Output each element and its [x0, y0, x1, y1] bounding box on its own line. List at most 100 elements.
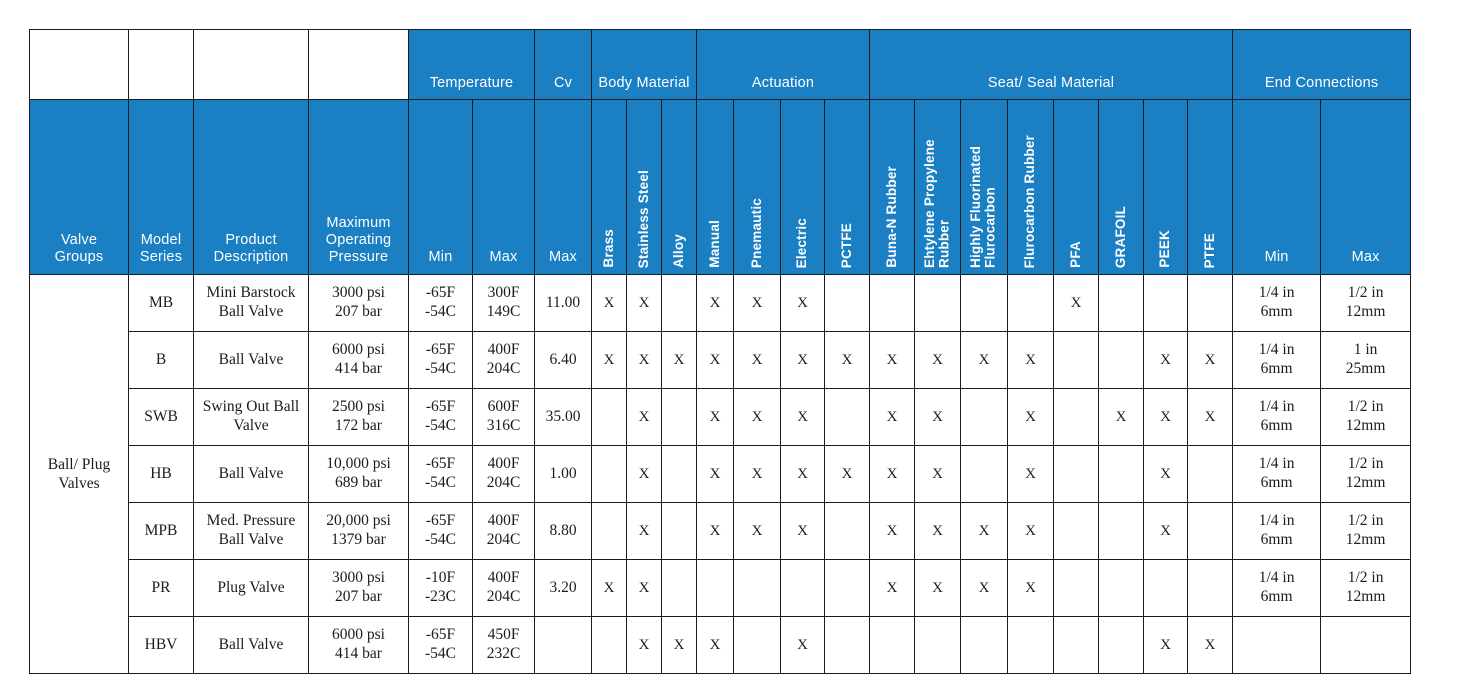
cell-end-connection-max-text: 1/2 in 12mm — [1321, 512, 1410, 550]
header-end-connections-max: Max — [1320, 99, 1412, 275]
cell-end-connection-min — [1232, 616, 1322, 674]
cell-temperature-min-text: -65F -54C — [409, 341, 472, 379]
spec-sheet-canvas: Temperature Cv Body Material Actuation S… — [0, 0, 1483, 692]
cell-product-description-text-line1: Ball Valve — [218, 635, 284, 653]
cell-mark-manual — [696, 559, 735, 617]
header-group-row: Temperature Cv Body Material Actuation S… — [29, 29, 1412, 100]
header-pfa: PFA — [1053, 99, 1100, 275]
cell-mark-pfa — [1053, 445, 1100, 503]
cell-temperature-max-text-line2: 204C — [486, 588, 521, 605]
header-peek-label: PEEK — [1157, 230, 1173, 268]
table-row: HBV Ball Valve 6000 psi 414 bar -65F -54C 450F… — [30, 616, 1412, 674]
header-manual-label: Manual — [706, 220, 722, 268]
header-electric-label: Electric — [794, 217, 810, 268]
header-spacer-valve-groups — [29, 29, 129, 100]
cell-end-connection-min-text-line1: 1/4 in — [1258, 512, 1295, 530]
cell-temperature-max-text-line2: 204C — [486, 531, 521, 548]
cell-mark-brass — [591, 445, 628, 503]
cell-mark-manual: X — [696, 502, 735, 560]
cell-temperature-max-text-line1: 300F — [487, 284, 520, 302]
cell-end-connection-max: 1/2 in 12mm — [1320, 388, 1412, 446]
header-max-operating-pressure: Maximum Operating Pressure — [308, 99, 409, 275]
cell-end-connection-min-text: 1/4 in 6mm — [1233, 455, 1320, 493]
header-flurocarbon-rubber-label: Flurocarbon Rubber — [1022, 134, 1038, 268]
cell-mark-buna-n-rubber: X — [869, 502, 916, 560]
cell-temperature-max-text-line1: 600F — [487, 398, 520, 416]
cell-mark-grafoil: X — [1098, 388, 1145, 446]
cell-end-connection-min-text-line1: 1/4 in — [1258, 284, 1295, 302]
cell-temperature-max: 400F 204C — [471, 502, 536, 560]
cell-mark-highly-fluorinated-flurocarbon — [960, 388, 1009, 446]
cell-temperature-min-text-line2: -54C — [425, 531, 456, 548]
cell-mark-ptfe — [1187, 445, 1234, 503]
cell-end-connection-min-text: 1/4 in 6mm — [1233, 284, 1320, 322]
cell-end-connection-min-text: 1/4 in 6mm — [1233, 569, 1320, 607]
cell-max-operating-pressure-text-line1: 20,000 psi — [326, 512, 391, 530]
header-electric: Electric — [780, 99, 826, 275]
cell-cv-max: 8.80 — [534, 502, 593, 560]
cell-mark-brass — [591, 502, 628, 560]
cell-end-connection-min: 1/4 in 6mm — [1232, 559, 1322, 617]
cell-cv-max — [534, 616, 593, 674]
cell-temperature-max-text: 300F 149C — [473, 284, 534, 322]
cell-temperature-min-text-line2: -23C — [425, 588, 456, 605]
cell-end-connection-max-text-line2: 12mm — [1345, 303, 1386, 320]
cell-model-series: MPB — [128, 502, 194, 560]
cell-max-operating-pressure-text-line2: 207 bar — [335, 303, 382, 320]
header-max-operating-pressure-line3: Pressure — [328, 248, 389, 265]
cell-temperature-max-text-line1: 400F — [487, 569, 520, 587]
cell-mark-buna-n-rubber: X — [869, 559, 916, 617]
cell-mark-pctfe: X — [824, 445, 871, 503]
cell-end-connection-max-text-line1: 1 in — [1353, 341, 1378, 359]
cell-mark-brass: X — [591, 559, 628, 617]
cell-product-description: Mini Barstock Ball Valve — [193, 274, 309, 332]
cell-mark-electric: X — [780, 502, 826, 560]
cell-temperature-min-text-line1: -65F — [425, 512, 456, 530]
cell-mark-electric: X — [780, 445, 826, 503]
header-sub-row: Valve Groups Model Series Product Descri… — [29, 99, 1412, 275]
valve-group-cell: Ball/ Plug Valves — [29, 274, 129, 674]
cell-temperature-min-text-line1: -65F — [425, 398, 456, 416]
cell-mark-brass: X — [591, 274, 628, 332]
cell-mark-electric: X — [780, 331, 826, 389]
cell-mark-pfa: X — [1053, 274, 1100, 332]
header-group-actuation: Actuation — [696, 29, 871, 100]
header-alloy: Alloy — [661, 99, 698, 275]
cell-end-connection-min-text-line1: 1/4 in — [1258, 569, 1295, 587]
cell-mark-ethylene-propylene-rubber: X — [914, 502, 962, 560]
cell-product-description: Ball Valve — [193, 331, 309, 389]
header-grafoil: GRAFOIL — [1098, 99, 1145, 275]
table-row: MPB Med. Pressure Ball Valve 20,000 psi 1379… — [30, 502, 1412, 560]
header-pfa-label: PFA — [1067, 241, 1083, 268]
header-product-description-line1: Product — [225, 231, 277, 248]
cell-temperature-min-text: -65F -54C — [409, 398, 472, 436]
cell-product-description: Med. Pressure Ball Valve — [193, 502, 309, 560]
cell-mark-grafoil — [1098, 274, 1145, 332]
cell-mark-pctfe: X — [824, 331, 871, 389]
cell-mark-flurocarbon-rubber: X — [1007, 502, 1055, 560]
cell-end-connection-max: 1/2 in 12mm — [1320, 445, 1412, 503]
cell-product-description-text-line1: Mini Barstock — [206, 284, 296, 302]
cell-temperature-max: 600F 316C — [471, 388, 536, 446]
header-temperature-max: Max — [471, 99, 536, 275]
cell-mark-alloy — [661, 274, 698, 332]
cell-temperature-max-text-line2: 232C — [486, 645, 521, 662]
cell-end-connection-min-text: 1/4 in 6mm — [1233, 398, 1320, 436]
cell-cv-max: 3.20 — [534, 559, 593, 617]
cell-max-operating-pressure-text-line2: 1379 bar — [331, 531, 386, 548]
cell-product-description-text: Ball Valve — [194, 636, 308, 655]
cell-mark-ethylene-propylene-rubber — [914, 616, 962, 674]
header-grafoil-label: GRAFOIL — [1112, 205, 1128, 268]
cell-max-operating-pressure: 20,000 psi 1379 bar — [308, 502, 409, 560]
cell-cv-max: 11.00 — [534, 274, 593, 332]
cell-mark-peek: X — [1143, 445, 1189, 503]
cell-cv-max: 1.00 — [534, 445, 593, 503]
cell-temperature-max-text-line2: 204C — [486, 474, 521, 491]
cell-mark-buna-n-rubber: X — [869, 388, 916, 446]
cell-temperature-min-text-line2: -54C — [425, 645, 456, 662]
cell-mark-grafoil — [1098, 559, 1145, 617]
cell-mark-alloy: X — [661, 616, 698, 674]
cell-mark-peek: X — [1143, 331, 1189, 389]
cell-end-connection-min: 1/4 in 6mm — [1232, 388, 1322, 446]
cell-temperature-min-text-line2: -54C — [425, 474, 456, 491]
